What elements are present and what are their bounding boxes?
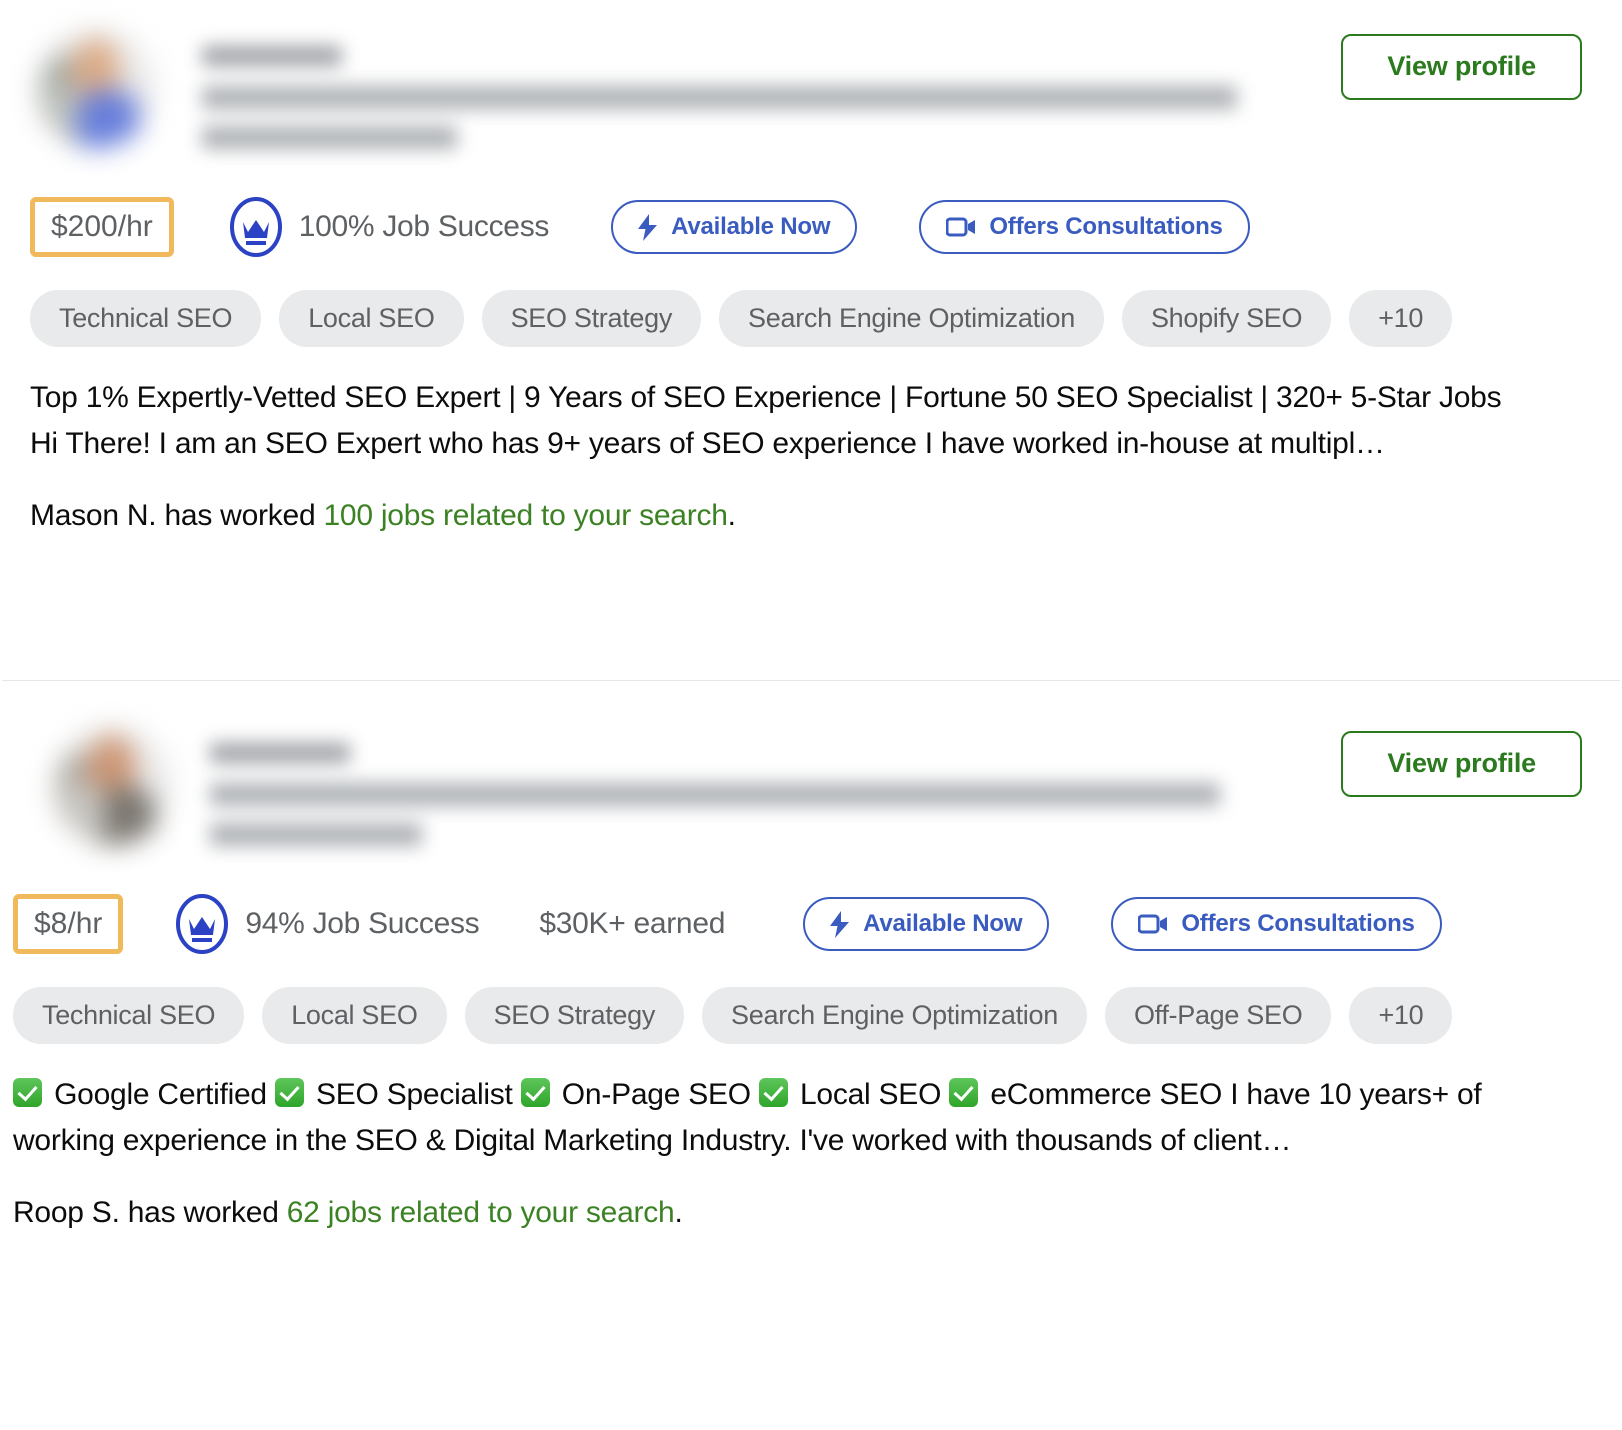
skill-tag[interactable]: Shopify SEO (1121, 290, 1332, 347)
available-now-badge[interactable]: Available Now (803, 897, 1050, 951)
avatar (52, 725, 172, 845)
bolt-icon (830, 910, 850, 938)
freelancer-card-2: View profile $8/hr 94% Job Success $30K+… (0, 681, 1622, 1230)
related-jobs-line-1: Mason N. has worked 100 jobs related to … (30, 499, 1592, 533)
job-success-label: 94% Job Success (245, 907, 480, 940)
white-check-mark-emoji (520, 1078, 550, 1107)
video-camera-icon (946, 216, 976, 238)
white-check-mark-emoji (949, 1078, 979, 1107)
video-camera-icon (1138, 913, 1168, 935)
related-jobs-line-2: Roop S. has worked 62 jobs related to yo… (13, 1196, 1592, 1230)
freelancer-results-list: View profile $200/hr 100% Job Success Av… (0, 0, 1622, 1430)
offers-consultations-label: Offers Consultations (989, 213, 1223, 240)
freelancer-name-and-title-redacted (202, 46, 1262, 149)
skill-tag[interactable]: Technical SEO (30, 290, 262, 347)
skill-tags-1: Technical SEO Local SEO SEO Strategy Sea… (30, 290, 1592, 347)
skill-tag[interactable]: Search Engine Optimization (702, 987, 1087, 1044)
freelancer-name-and-title-redacted (210, 743, 1270, 846)
view-profile-button[interactable]: View profile (1341, 34, 1582, 100)
freelancer-header-2: View profile (30, 719, 1592, 879)
bolt-icon (638, 213, 658, 241)
avatar (36, 28, 156, 148)
white-check-mark-emoji (274, 1078, 304, 1107)
freelancer-description: Google Certified SEO Specialist On-Page … (13, 1078, 1482, 1157)
skill-tag-more[interactable]: +10 (1349, 987, 1453, 1044)
hourly-rate-badge: $200/hr (30, 197, 174, 257)
skill-tag[interactable]: Off-Page SEO (1104, 987, 1332, 1044)
skill-tag[interactable]: SEO Strategy (464, 987, 685, 1044)
white-check-mark-emoji (13, 1078, 42, 1107)
stats-row-2: $8/hr 94% Job Success $30K+ earned Avail… (13, 891, 1592, 957)
hourly-rate-badge: $8/hr (13, 894, 124, 954)
skill-tag[interactable]: Local SEO (262, 987, 447, 1044)
related-jobs-suffix: . (674, 1195, 683, 1229)
related-jobs-prefix: Roop S. has worked (13, 1195, 287, 1229)
skill-tag[interactable]: SEO Strategy (481, 290, 702, 347)
offers-consultations-badge[interactable]: Offers Consultations (1111, 897, 1442, 951)
stats-row-1: $200/hr 100% Job Success Available Now O… (30, 194, 1592, 260)
skill-tag[interactable]: Technical SEO (13, 987, 245, 1044)
freelancer-card-1: View profile $200/hr 100% Job Success Av… (0, 0, 1622, 680)
skill-tag[interactable]: Local SEO (279, 290, 464, 347)
freelancer-description: Top 1% Expertly-Vetted SEO Expert | 9 Ye… (30, 381, 1502, 460)
crown-icon (175, 893, 229, 955)
offers-consultations-label: Offers Consultations (1181, 910, 1415, 937)
freelancer-header-1: View profile (30, 22, 1592, 182)
related-jobs-link[interactable]: 100 jobs related to your search (323, 499, 727, 532)
available-now-badge[interactable]: Available Now (611, 200, 858, 254)
crown-icon (229, 196, 283, 258)
related-jobs-link[interactable]: 62 jobs related to your search (287, 1196, 675, 1229)
total-earned-label: $30K+ earned (539, 907, 726, 940)
view-profile-button[interactable]: View profile (1341, 731, 1582, 797)
related-jobs-suffix: . (727, 498, 736, 532)
skill-tag[interactable]: Search Engine Optimization (719, 290, 1104, 347)
job-success-score: 100% Job Success (229, 196, 549, 258)
job-success-label: 100% Job Success (298, 210, 550, 243)
job-success-score: 94% Job Success (175, 893, 480, 955)
skill-tags-2: Technical SEO Local SEO SEO Strategy Sea… (13, 987, 1592, 1044)
offers-consultations-badge[interactable]: Offers Consultations (919, 200, 1250, 254)
available-now-label: Available Now (863, 910, 1023, 937)
available-now-label: Available Now (671, 213, 831, 240)
related-jobs-prefix: Mason N. has worked (30, 498, 324, 532)
skill-tag-more[interactable]: +10 (1349, 290, 1453, 347)
white-check-mark-emoji (758, 1078, 788, 1107)
